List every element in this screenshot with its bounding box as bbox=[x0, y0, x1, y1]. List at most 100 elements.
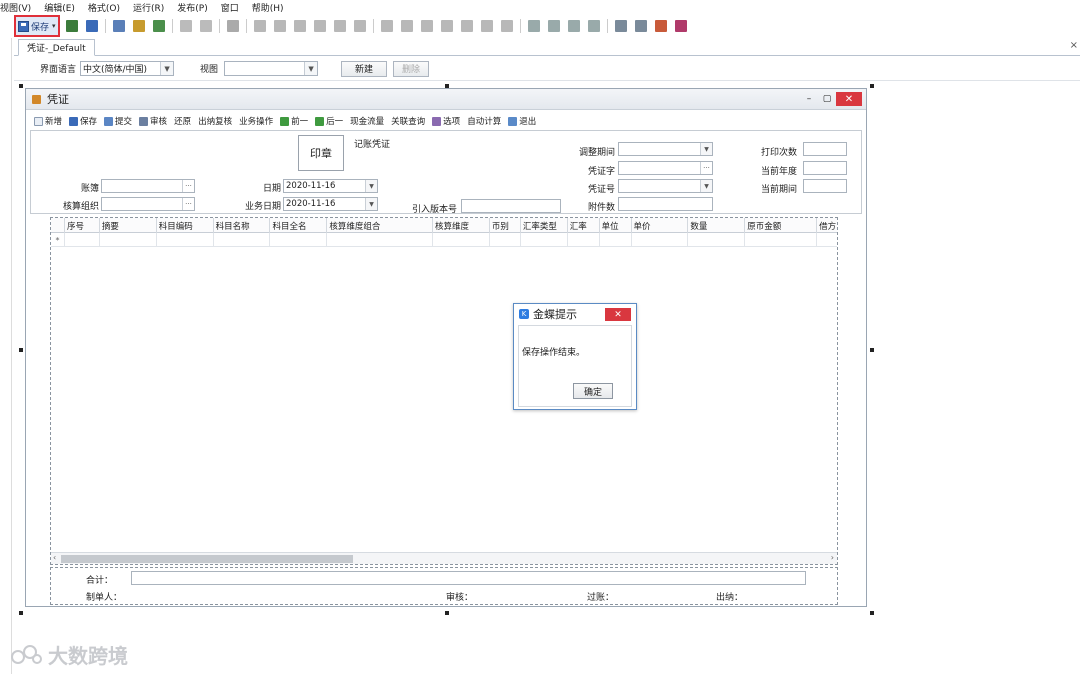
horizontal-scrollbar[interactable]: ‹ › bbox=[51, 552, 837, 564]
same-width-icon[interactable] bbox=[334, 20, 346, 32]
undo-icon[interactable] bbox=[180, 20, 192, 32]
toolbar-options[interactable]: 选项 bbox=[432, 115, 460, 127]
align-bottom-icon[interactable] bbox=[401, 20, 413, 32]
view-select[interactable]: ▼ bbox=[224, 61, 319, 76]
table-cell[interactable] bbox=[521, 233, 568, 247]
table-row[interactable]: * bbox=[51, 233, 837, 247]
scroll-left-icon[interactable]: ‹ bbox=[53, 553, 56, 562]
same-height-icon[interactable] bbox=[354, 20, 366, 32]
toolbar-new[interactable]: 新增 bbox=[34, 115, 62, 127]
cut-icon[interactable] bbox=[227, 20, 239, 32]
table-cell[interactable] bbox=[65, 233, 100, 247]
refresh-icon[interactable] bbox=[86, 20, 98, 32]
column-header[interactable]: 汇率类型 bbox=[521, 218, 568, 233]
menu-help[interactable]: 帮助(H) bbox=[252, 1, 284, 14]
lock-icon[interactable] bbox=[655, 20, 667, 32]
export-icon[interactable] bbox=[153, 20, 165, 32]
toolbar-auto-calc[interactable]: 自动计算 bbox=[467, 115, 501, 127]
table-cell[interactable] bbox=[817, 233, 837, 247]
chevron-down-icon[interactable]: ▼ bbox=[304, 62, 318, 75]
acct-org-field[interactable]: ··· bbox=[101, 197, 195, 211]
calendar-icon[interactable] bbox=[675, 20, 687, 32]
container-icon[interactable] bbox=[588, 20, 600, 32]
column-header[interactable]: 序号 bbox=[65, 218, 100, 233]
preview-icon[interactable] bbox=[66, 20, 78, 32]
resize-handle[interactable] bbox=[870, 348, 874, 352]
bring-front-icon[interactable] bbox=[615, 20, 627, 32]
align-center-icon[interactable] bbox=[294, 20, 306, 32]
ellipsis-icon[interactable]: ··· bbox=[182, 180, 194, 192]
column-header[interactable]: 核算维度 bbox=[433, 218, 490, 233]
current-period-field[interactable] bbox=[803, 179, 847, 193]
resize-handle[interactable] bbox=[19, 611, 23, 615]
frame-icon[interactable] bbox=[528, 20, 540, 32]
menu-publish[interactable]: 发布(P) bbox=[177, 1, 207, 14]
table-cell[interactable] bbox=[632, 233, 689, 247]
scroll-right-icon[interactable]: › bbox=[831, 553, 834, 562]
chevron-down-icon[interactable]: ▼ bbox=[160, 62, 174, 75]
tab-voucher-default[interactable]: 凭证-_Default bbox=[18, 39, 95, 56]
total-field[interactable] bbox=[131, 571, 806, 585]
table-cell[interactable] bbox=[270, 233, 328, 247]
minimize-icon[interactable]: – bbox=[800, 94, 818, 104]
column-header[interactable]: 借方 bbox=[817, 218, 837, 233]
column-header[interactable]: 科目编码 bbox=[157, 218, 214, 233]
toolbar-business-ops[interactable]: 业务操作 bbox=[239, 115, 273, 127]
table-cell[interactable] bbox=[490, 233, 521, 247]
redo-icon[interactable] bbox=[200, 20, 212, 32]
ellipsis-icon[interactable]: ··· bbox=[182, 198, 194, 210]
distribute-h-icon[interactable] bbox=[314, 20, 326, 32]
distribute-v-icon[interactable] bbox=[441, 20, 453, 32]
table-cell[interactable] bbox=[327, 233, 434, 247]
language-select[interactable]: 中文(简体/中国) ▼ bbox=[80, 61, 175, 76]
menu-window[interactable]: 窗口 bbox=[221, 1, 239, 14]
chevron-down-icon[interactable]: ▼ bbox=[365, 180, 377, 192]
column-header[interactable]: 币别 bbox=[490, 218, 521, 233]
toolbar-restore[interactable]: 还原 bbox=[174, 115, 191, 127]
menu-run[interactable]: 运行(R) bbox=[133, 1, 164, 14]
menu-format[interactable]: 格式(O) bbox=[88, 1, 120, 14]
resize-handle[interactable] bbox=[870, 611, 874, 615]
chevron-down-icon[interactable]: ▾ bbox=[52, 22, 56, 30]
chevron-down-icon[interactable]: ▼ bbox=[700, 143, 712, 155]
new-view-button[interactable]: 新建 bbox=[341, 60, 388, 77]
ok-button[interactable]: 确定 bbox=[573, 383, 613, 399]
toolbar-related-query[interactable]: 关联查询 bbox=[391, 115, 425, 127]
date-field[interactable]: 2020-11-16 ▼ bbox=[283, 179, 378, 193]
align-right-icon[interactable] bbox=[274, 20, 286, 32]
ledger-field[interactable]: ··· bbox=[101, 179, 195, 193]
voucher-number-field[interactable]: ▼ bbox=[618, 179, 713, 193]
send-back-icon[interactable] bbox=[635, 20, 647, 32]
adjust-period-field[interactable]: ▼ bbox=[618, 142, 713, 156]
toolbar-save[interactable]: 保存 bbox=[69, 115, 97, 127]
chevron-down-icon[interactable]: ▼ bbox=[365, 198, 377, 210]
table-icon[interactable] bbox=[568, 20, 580, 32]
biz-date-field[interactable]: 2020-11-16 ▼ bbox=[283, 197, 378, 211]
table-cell[interactable] bbox=[433, 233, 490, 247]
resize-handle[interactable] bbox=[19, 84, 23, 88]
attachments-field[interactable] bbox=[618, 197, 713, 211]
close-icon[interactable]: ✕ bbox=[605, 308, 631, 321]
toolbar-exit[interactable]: 退出 bbox=[508, 115, 536, 127]
close-icon[interactable]: ✕ bbox=[836, 92, 862, 106]
scrollbar-thumb[interactable] bbox=[61, 555, 353, 563]
table-cell[interactable] bbox=[688, 233, 746, 247]
spacing-equal-icon[interactable] bbox=[481, 20, 493, 32]
current-year-field[interactable] bbox=[803, 161, 847, 175]
delete-view-button[interactable]: 删除 bbox=[393, 60, 430, 77]
column-header[interactable]: 原币金额 bbox=[745, 218, 818, 233]
toolbar-next[interactable]: 后一 bbox=[315, 115, 343, 127]
print-count-field[interactable] bbox=[803, 142, 847, 156]
resize-handle[interactable] bbox=[19, 348, 23, 352]
chevron-down-icon[interactable]: ▼ bbox=[700, 180, 712, 192]
close-icon[interactable]: × bbox=[1070, 40, 1078, 51]
table-cell[interactable] bbox=[745, 233, 818, 247]
voucher-word-field[interactable]: ··· bbox=[618, 161, 713, 175]
ellipsis-icon[interactable]: ··· bbox=[700, 162, 712, 174]
save-button[interactable]: 保存 ▾ bbox=[14, 15, 60, 37]
menu-edit[interactable]: 编辑(E) bbox=[44, 1, 75, 14]
column-header[interactable]: 单位 bbox=[600, 218, 632, 233]
tools-icon[interactable] bbox=[133, 20, 145, 32]
column-header[interactable]: 摘要 bbox=[100, 218, 157, 233]
table-cell[interactable] bbox=[100, 233, 157, 247]
